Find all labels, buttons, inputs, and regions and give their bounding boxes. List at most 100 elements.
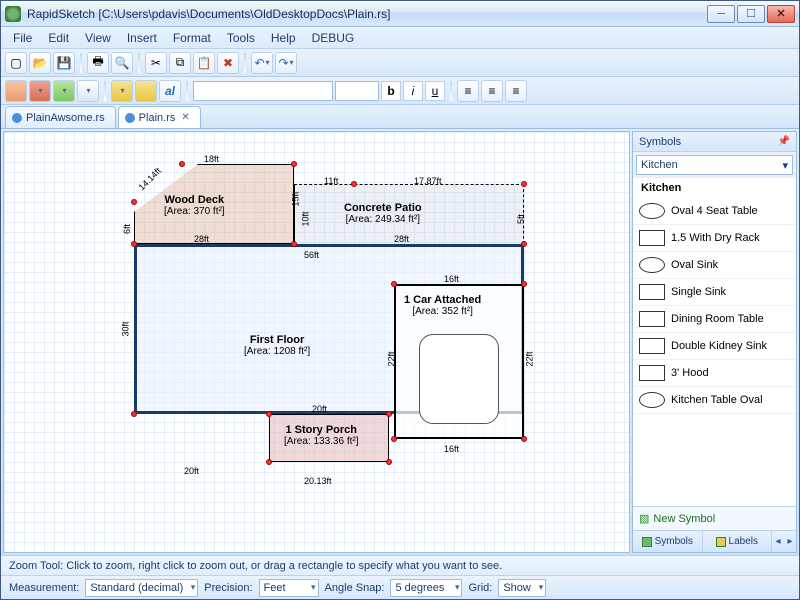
align-center-button[interactable]: ≡ <box>481 80 503 102</box>
preview-button[interactable]: 🔍 <box>111 52 133 74</box>
tab-label: Plain.rs <box>139 112 176 124</box>
close-tab-icon[interactable]: ✕ <box>181 112 189 123</box>
panel-tabs: Symbols Labels ◂ ▸ <box>633 530 796 552</box>
font-select[interactable] <box>193 81 333 101</box>
open-icon: 📂 <box>33 56 48 70</box>
paste-button[interactable]: 📋 <box>193 52 215 74</box>
menu-format[interactable]: Format <box>165 29 219 47</box>
text-tool[interactable]: al <box>159 80 181 102</box>
vertex-node[interactable] <box>266 411 272 417</box>
shape-tool-1[interactable] <box>5 80 27 102</box>
align-left-button[interactable]: ≡ <box>457 80 479 102</box>
vertex-node[interactable] <box>179 161 185 167</box>
symbol-item[interactable]: 3' Hood <box>633 360 796 387</box>
symbol-item[interactable]: Oval Sink <box>633 252 796 279</box>
tab-plainawsome[interactable]: PlainAwsome.rs <box>5 106 116 128</box>
menu-tools[interactable]: Tools <box>219 29 263 47</box>
menu-view[interactable]: View <box>77 29 119 47</box>
dim-20.13ft: 20.13ft <box>304 476 332 486</box>
dim-20ft-a: 20ft <box>312 404 327 414</box>
symbol-item[interactable]: Double Kidney Sink <box>633 333 796 360</box>
new-button[interactable]: ▢ <box>5 52 27 74</box>
italic-button[interactable]: i <box>403 81 423 101</box>
vertex-node[interactable] <box>266 459 272 465</box>
dim-15ft: 15ft <box>291 191 301 206</box>
vertex-node[interactable] <box>131 411 137 417</box>
category-select[interactable]: Kitchen▾ <box>636 155 793 175</box>
separator <box>138 53 140 73</box>
main-area: Wood Deck [Area: 370 ft²] Concrete Patio… <box>1 129 799 555</box>
shape-tool-2[interactable]: ▾ <box>29 80 51 102</box>
copy-button[interactable]: ⧉ <box>169 52 191 74</box>
symbol-item[interactable]: Kitchen Table Oval <box>633 387 796 414</box>
print-button[interactable]: 🖶 <box>87 52 109 74</box>
new-symbol-button[interactable]: ▧ New Symbol <box>633 506 796 530</box>
delete-button[interactable]: ✖ <box>217 52 239 74</box>
shape-tool-5[interactable]: ▾ <box>111 80 133 102</box>
vertex-node[interactable] <box>291 161 297 167</box>
vertex-node[interactable] <box>521 281 527 287</box>
symbol-list[interactable]: Oval 4 Seat Table 1.5 With Dry Rack Oval… <box>633 198 796 506</box>
measurement-select[interactable]: Standard (decimal) <box>85 579 198 597</box>
precision-select[interactable]: Feet <box>259 579 319 597</box>
symbols-panel: Symbols 📌 Kitchen▾ Kitchen Oval 4 Seat T… <box>632 131 797 553</box>
vertex-node[interactable] <box>131 241 137 247</box>
cut-button[interactable]: ✂ <box>145 52 167 74</box>
underline-button[interactable]: u <box>425 81 445 101</box>
anglesnap-label: Angle Snap: <box>325 582 385 594</box>
dim-22ft-b: 22ft <box>525 351 535 366</box>
menu-help[interactable]: Help <box>263 29 304 47</box>
anglesnap-select[interactable]: 5 degrees <box>390 579 462 597</box>
shape-tool-6[interactable] <box>135 80 157 102</box>
tab-plain[interactable]: Plain.rs ✕ <box>118 106 201 128</box>
panel-nav-left[interactable]: ◂ <box>772 531 784 552</box>
fontsize-select[interactable] <box>335 81 379 101</box>
minimize-button[interactable] <box>707 5 735 23</box>
open-button[interactable]: 📂 <box>29 52 51 74</box>
dim-10ft: 10ft <box>301 211 311 226</box>
redo-button[interactable]: ↷▾ <box>275 52 297 74</box>
grid-select[interactable]: Show <box>498 579 546 597</box>
menu-edit[interactable]: Edit <box>40 29 77 47</box>
measurement-label: Measurement: <box>9 582 79 594</box>
vertex-node[interactable] <box>386 411 392 417</box>
symbol-icon <box>639 365 665 381</box>
pin-icon[interactable]: 📌 <box>778 136 790 147</box>
dim-18ft: 18ft <box>204 154 219 164</box>
vertex-node[interactable] <box>291 241 297 247</box>
symbol-icon <box>639 392 665 408</box>
shape-tool-4[interactable]: ▾ <box>77 80 99 102</box>
bold-button[interactable]: b <box>381 81 401 101</box>
paste-icon: 📋 <box>197 56 212 70</box>
plus-icon: ▧ <box>639 512 649 525</box>
doc-icon <box>12 113 22 123</box>
menu-debug[interactable]: DEBUG <box>304 29 363 47</box>
vertex-node[interactable] <box>521 181 527 187</box>
vertex-node[interactable] <box>131 199 137 205</box>
vertex-node[interactable] <box>521 241 527 247</box>
close-button[interactable] <box>767 5 795 23</box>
panel-nav-right[interactable]: ▸ <box>784 531 796 552</box>
align-right-button[interactable]: ≡ <box>505 80 527 102</box>
undo-button[interactable]: ↶▾ <box>251 52 273 74</box>
menu-insert[interactable]: Insert <box>119 29 165 47</box>
symbol-item[interactable]: 1.5 With Dry Rack <box>633 225 796 252</box>
symbol-item[interactable]: Oval 4 Seat Table <box>633 198 796 225</box>
vertex-node[interactable] <box>521 436 527 442</box>
canvas[interactable]: Wood Deck [Area: 370 ft²] Concrete Patio… <box>3 131 630 553</box>
vertex-node[interactable] <box>386 459 392 465</box>
vertex-node[interactable] <box>351 181 357 187</box>
car-symbol[interactable] <box>419 334 499 424</box>
vertex-node[interactable] <box>391 281 397 287</box>
save-button[interactable]: 💾 <box>53 52 75 74</box>
label-porch: 1 Story Porch [Area: 133.36 ft²] <box>284 424 359 447</box>
separator <box>244 53 246 73</box>
panel-tab-labels[interactable]: Labels <box>703 531 773 552</box>
menu-file[interactable]: File <box>5 29 40 47</box>
panel-tab-symbols[interactable]: Symbols <box>633 531 703 552</box>
maximize-button[interactable] <box>737 5 765 23</box>
symbol-item[interactable]: Single Sink <box>633 279 796 306</box>
symbol-item[interactable]: Dining Room Table <box>633 306 796 333</box>
shape-tool-3[interactable]: ▾ <box>53 80 75 102</box>
vertex-node[interactable] <box>391 436 397 442</box>
